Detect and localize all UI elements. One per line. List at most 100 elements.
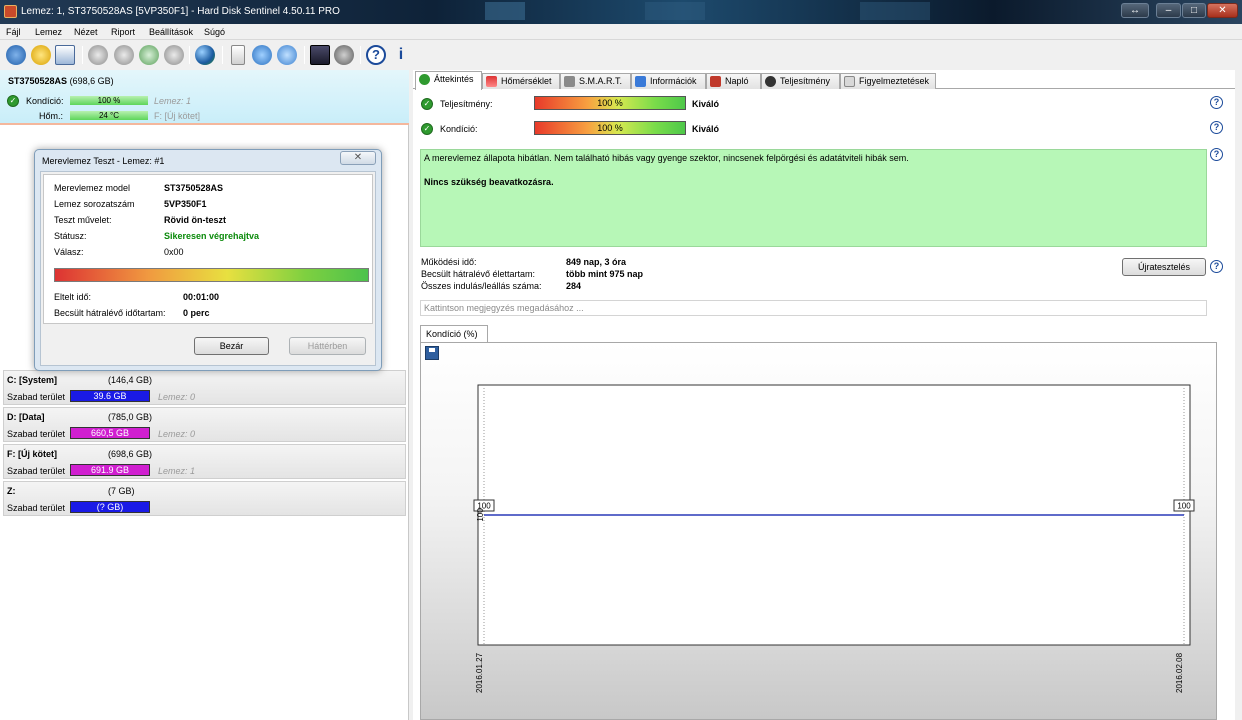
info-icon bbox=[635, 76, 646, 87]
maximize-button[interactable]: □ bbox=[1182, 3, 1206, 18]
model-value: ST3750528AS bbox=[164, 183, 224, 193]
globe-icon[interactable] bbox=[195, 45, 215, 65]
health-bar: 100 % bbox=[534, 121, 686, 135]
model-label: Merevlemez model bbox=[54, 183, 131, 193]
tab-label: Áttekintés bbox=[434, 74, 474, 84]
status-box: A merevlemez állapota hibátlan. Nem talá… bbox=[420, 149, 1207, 247]
copy-icon[interactable] bbox=[231, 45, 245, 65]
tab-label: S.M.A.R.T. bbox=[579, 76, 623, 86]
transfer-icon[interactable] bbox=[277, 45, 297, 65]
background-button[interactable]: Háttérben bbox=[289, 337, 366, 355]
serial-label: Lemez sorozatszám bbox=[54, 199, 135, 209]
performance-label: Teljesítmény: bbox=[440, 99, 493, 109]
free-space-label: Szabad terület bbox=[7, 392, 66, 402]
right-pane: Áttekintés Hőmérséklet S.M.A.R.T. Inform… bbox=[413, 70, 1235, 720]
comment-input[interactable]: Kattintson megjegyzés megadásához ... bbox=[420, 300, 1207, 316]
health-rating: Kiváló bbox=[692, 124, 720, 134]
satellite3-icon[interactable] bbox=[139, 45, 159, 65]
menu-settings[interactable]: Beállítások bbox=[149, 27, 193, 37]
partition-name: D: [Data] bbox=[7, 412, 45, 422]
minimize-button[interactable]: – bbox=[1156, 3, 1181, 18]
free-space-bar: 39.6 GB bbox=[70, 390, 150, 402]
check-icon bbox=[419, 74, 430, 85]
tab-temperature[interactable]: Hőmérséklet bbox=[482, 73, 560, 89]
partition-size: (146,4 GB) bbox=[108, 375, 153, 385]
restore-button[interactable]: ↔ bbox=[1121, 3, 1149, 18]
status-value: Sikeresen végrehajtva bbox=[164, 231, 260, 241]
free-space-bar: 660,5 GB bbox=[70, 427, 150, 439]
mail-icon[interactable] bbox=[55, 45, 75, 65]
startstop-value: 284 bbox=[566, 281, 582, 291]
help-icon[interactable]: ? bbox=[1210, 260, 1223, 273]
tab-smart[interactable]: S.M.A.R.T. bbox=[560, 73, 631, 89]
check-icon: ✓ bbox=[7, 95, 19, 107]
health-label: Kondíció: bbox=[26, 96, 64, 106]
toolbar-separator bbox=[304, 46, 305, 64]
elapsed-value: 00:01:00 bbox=[183, 292, 220, 302]
health-disk: Lemez: 1 bbox=[154, 96, 192, 106]
point-label: 100 bbox=[1177, 502, 1191, 511]
report-icon[interactable] bbox=[310, 45, 330, 65]
log-icon bbox=[710, 76, 721, 87]
toolbar-separator bbox=[189, 46, 190, 64]
serial-value: 5VP350F1 bbox=[164, 199, 207, 209]
remaining-label: Becsült hátralévő időtartam: bbox=[54, 308, 166, 318]
title-decoration bbox=[860, 2, 930, 20]
partition-disk: Lemez: 0 bbox=[158, 429, 196, 439]
toolbar-separator bbox=[222, 46, 223, 64]
help-icon[interactable]: ? bbox=[1210, 96, 1223, 109]
partition-size: (785,0 GB) bbox=[108, 412, 153, 422]
uptime-label: Működési idő: bbox=[421, 257, 477, 267]
satellite-icon[interactable] bbox=[88, 45, 108, 65]
menu-bar: Fájl Lemez Nézet Riport Beállítások Súgó bbox=[0, 24, 1242, 40]
tab-label: Teljesítmény bbox=[780, 76, 831, 86]
tab-label: Információk bbox=[650, 76, 697, 86]
alert-icon bbox=[844, 76, 855, 87]
temp-volume: F: [Új kötet] bbox=[154, 111, 201, 121]
dialog-content: Merevlemez model ST3750528AS Lemez soroz… bbox=[43, 174, 373, 324]
menu-file[interactable]: Fájl bbox=[6, 27, 21, 37]
menu-help[interactable]: Súgó bbox=[204, 27, 225, 37]
tab-alerts[interactable]: Figyelmeztetések bbox=[840, 73, 936, 89]
partition-c[interactable]: C: [System] (146,4 GB) Szabad terület 39… bbox=[3, 370, 406, 405]
warning-icon[interactable] bbox=[31, 45, 51, 65]
help-icon[interactable]: ? bbox=[366, 45, 386, 65]
settings-icon[interactable] bbox=[334, 45, 354, 65]
satellite4-icon[interactable] bbox=[164, 45, 184, 65]
chart-tab-health[interactable]: Kondíció (%) bbox=[420, 325, 488, 343]
tab-information[interactable]: Információk bbox=[631, 73, 706, 89]
status-label: Státusz: bbox=[54, 231, 87, 241]
operation-value: Rövid ön-teszt bbox=[164, 215, 226, 225]
temp-bar: 24 °C bbox=[70, 111, 148, 120]
partition-disk: Lemez: 0 bbox=[158, 392, 196, 402]
menu-disk[interactable]: Lemez bbox=[35, 27, 62, 37]
tab-label: Figyelmeztetések bbox=[859, 76, 930, 86]
temp-label: Hőm.: bbox=[39, 111, 64, 121]
y-tick-label: 100 bbox=[476, 508, 485, 522]
menu-report[interactable]: Riport bbox=[111, 27, 135, 37]
info-icon[interactable]: i bbox=[391, 45, 411, 65]
menu-view[interactable]: Nézet bbox=[74, 27, 98, 37]
sync-icon[interactable] bbox=[252, 45, 272, 65]
partition-z[interactable]: Z: (7 GB) Szabad terület (? GB) bbox=[3, 481, 406, 516]
disk-size: (698,6 GB) bbox=[69, 76, 114, 86]
elapsed-label: Eltelt idő: bbox=[54, 292, 92, 302]
help-icon[interactable]: ? bbox=[1210, 148, 1223, 161]
retest-button[interactable]: Újratesztelés bbox=[1122, 258, 1206, 276]
partition-f[interactable]: F: [Új kötet] (698,6 GB) Szabad terület … bbox=[3, 444, 406, 479]
satellite2-icon[interactable] bbox=[114, 45, 134, 65]
refresh-icon[interactable] bbox=[6, 45, 26, 65]
partition-d[interactable]: D: [Data] (785,0 GB) Szabad terület 660,… bbox=[3, 407, 406, 442]
close-dialog-button[interactable]: Bezár bbox=[194, 337, 269, 355]
tab-performance[interactable]: Teljesítmény bbox=[761, 73, 840, 89]
disk-header[interactable]: ST3750528AS (698,6 GB) ✓ Kondíció: 100 %… bbox=[0, 70, 409, 125]
operation-label: Teszt művelet: bbox=[54, 215, 112, 225]
chart-area: 100 2016.01.27 100 2016.02.08 100 bbox=[420, 342, 1217, 720]
tab-overview[interactable]: Áttekintés bbox=[415, 71, 482, 90]
tab-log[interactable]: Napló bbox=[706, 73, 761, 89]
lifetime-label: Becsült hátralévő élettartam: bbox=[421, 269, 536, 279]
dialog-close-button[interactable]: ✕ bbox=[340, 151, 376, 165]
help-icon[interactable]: ? bbox=[1210, 121, 1223, 134]
response-value: 0x00 bbox=[164, 247, 184, 257]
close-button[interactable]: ✕ bbox=[1207, 3, 1238, 18]
